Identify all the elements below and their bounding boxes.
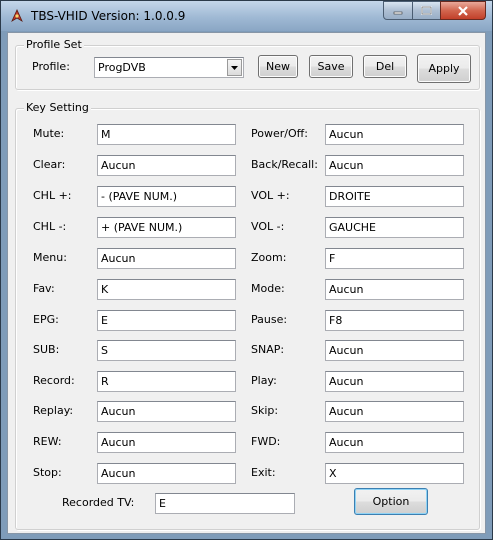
key-label-back-recall: Back/Recall: (251, 158, 318, 171)
key-input-vol-minus[interactable]: GAUCHE (325, 217, 464, 238)
key-label-snap: SNAP: (251, 343, 285, 356)
key-label-play: Play: (251, 374, 277, 387)
key-input-skip[interactable]: Aucun (325, 401, 464, 422)
key-input-back-recall[interactable]: Aucun (325, 155, 464, 176)
key-input-play[interactable]: Aucun (325, 371, 464, 392)
profile-label: Profile: (32, 60, 70, 73)
recorded-tv-label: Recorded TV: (62, 496, 135, 509)
key-label-clear: Clear: (33, 158, 66, 171)
key-label-exit: Exit: (251, 466, 276, 479)
profile-dropdown-value: ProgDVB (98, 61, 146, 74)
key-input-fwd[interactable]: Aucun (325, 432, 464, 453)
key-input-record[interactable]: R (97, 371, 236, 392)
key-input-stop[interactable]: Aucun (97, 463, 236, 484)
key-label-fwd: FWD: (251, 435, 281, 448)
app-window: TBS-VHID Version: 1.0.0.9 Profile Set Pr… (0, 0, 493, 540)
close-button[interactable] (440, 1, 486, 20)
key-label-fav: Fav: (33, 282, 55, 295)
key-label-vol-plus: VOL +: (251, 189, 290, 202)
minimize-button[interactable] (383, 1, 413, 20)
key-input-snap[interactable]: Aucun (325, 340, 464, 361)
key-input-chl-plus[interactable]: - (PAVE NUM.) (97, 186, 236, 207)
key-label-rew: REW: (33, 435, 62, 448)
profile-set-legend: Profile Set (24, 38, 84, 51)
key-setting-group: Key Setting Mute: M Clear: Aucun CHL +: … (15, 101, 480, 530)
key-input-mute[interactable]: M (97, 124, 236, 145)
key-label-mute: Mute: (33, 127, 65, 140)
key-input-mode[interactable]: Aucun (325, 279, 464, 300)
recorded-tv-input[interactable]: E (155, 493, 295, 514)
key-label-replay: Replay: (33, 404, 74, 417)
maximize-button[interactable] (412, 1, 441, 20)
key-input-replay[interactable]: Aucun (97, 401, 236, 422)
dialog-client-area: Profile Set Profile: ProgDVB New Save De… (7, 32, 486, 534)
key-setting-legend: Key Setting (24, 101, 91, 114)
window-title: TBS-VHID Version: 1.0.0.9 (31, 9, 186, 23)
key-label-pause: Pause: (251, 313, 288, 326)
option-button-label: Option (372, 495, 410, 508)
option-button[interactable]: Option (354, 488, 428, 515)
close-icon (458, 5, 468, 16)
new-button-label: New (266, 60, 290, 73)
key-label-chl-plus: CHL +: (33, 189, 72, 202)
key-input-chl-minus[interactable]: + (PAVE NUM.) (97, 217, 236, 238)
key-input-fav[interactable]: K (97, 279, 236, 300)
key-input-rew[interactable]: Aucun (97, 432, 236, 453)
key-input-clear[interactable]: Aucun (97, 155, 236, 176)
key-input-menu[interactable]: Aucun (97, 248, 236, 269)
key-label-vol-minus: VOL -: (251, 220, 285, 233)
title-bar[interactable]: TBS-VHID Version: 1.0.0.9 (1, 1, 492, 31)
key-label-record: Record: (33, 374, 75, 387)
apply-button[interactable]: Apply (417, 54, 471, 83)
key-input-sub[interactable]: S (97, 340, 236, 361)
key-label-chl-minus: CHL -: (33, 220, 67, 233)
key-input-zoom[interactable]: F (325, 248, 464, 269)
minimize-icon (393, 11, 403, 14)
delete-profile-button[interactable]: Del (363, 55, 407, 78)
key-label-epg: EPG: (33, 313, 59, 326)
apply-button-label: Apply (428, 62, 460, 75)
maximize-icon (421, 6, 432, 15)
key-input-pause[interactable]: F8 (325, 310, 464, 331)
key-input-power-off[interactable]: Aucun (325, 124, 464, 145)
key-label-skip: Skip: (251, 404, 279, 417)
save-profile-button[interactable]: Save (309, 55, 353, 78)
key-label-menu: Menu: (33, 251, 67, 264)
profile-set-group: Profile Set Profile: ProgDVB New Save De… (15, 38, 480, 90)
key-label-mode: Mode: (251, 282, 285, 295)
key-input-exit[interactable]: X (325, 463, 464, 484)
key-label-sub: SUB: (33, 343, 60, 356)
key-input-vol-plus[interactable]: DROITE (325, 186, 464, 207)
key-input-epg[interactable]: E (97, 310, 236, 331)
profile-dropdown[interactable]: ProgDVB (94, 57, 244, 78)
del-button-label: Del (375, 60, 395, 73)
key-label-zoom: Zoom: (251, 251, 287, 264)
new-profile-button[interactable]: New (258, 55, 298, 78)
key-label-power-off: Power/Off: (251, 127, 308, 140)
save-button-label: Save (317, 60, 345, 73)
dropdown-arrow-icon[interactable] (227, 59, 242, 76)
key-label-stop: Stop: (33, 466, 62, 479)
app-icon (11, 9, 23, 23)
